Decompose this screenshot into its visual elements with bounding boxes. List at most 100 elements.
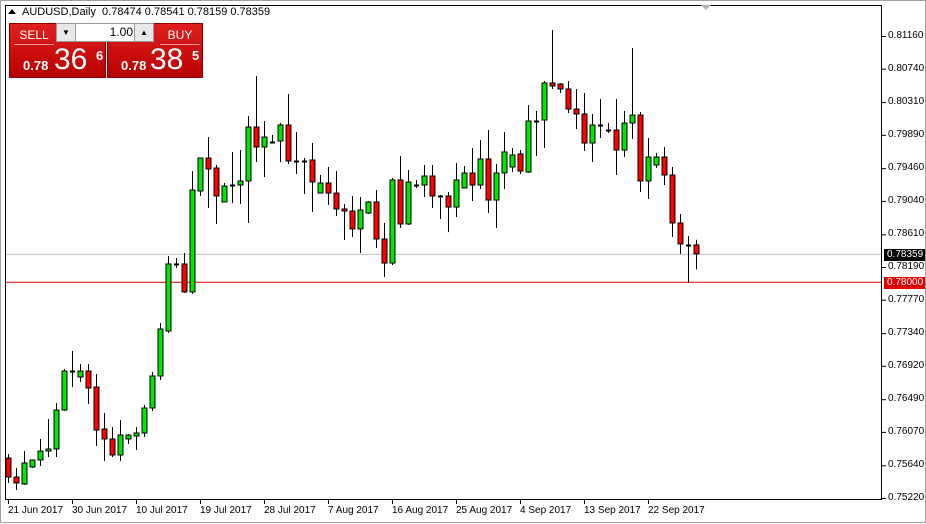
candle-body	[133, 432, 140, 437]
candle-body	[693, 244, 700, 255]
date-tick-label: 21 Jun 2017	[8, 505, 64, 516]
date-tick-label: 25 Aug 2017	[456, 505, 513, 516]
buy-price-big: 38	[150, 43, 184, 76]
candle-body	[21, 462, 28, 485]
price-tick-label: 0.79040	[888, 194, 925, 206]
candle-body	[349, 210, 356, 230]
candle-body	[629, 114, 636, 124]
candle-body	[189, 189, 196, 293]
symbol-timeframe: AUDUSD,Daily	[22, 6, 96, 18]
ohlc-low: 0.78159	[187, 6, 228, 18]
candle-body	[565, 88, 572, 110]
date-tick-label: 7 Aug 2017	[328, 505, 379, 516]
candle-body	[637, 114, 644, 182]
candle-body	[125, 434, 132, 440]
candle-body	[117, 434, 124, 456]
candle-body	[581, 113, 588, 144]
date-tick-label: 10 Jul 2017	[136, 505, 188, 516]
price-tick-label: 0.80740	[888, 62, 925, 74]
price-tick-label: 0.78190	[888, 261, 925, 272]
candle-body	[405, 181, 412, 225]
candle-body	[525, 120, 532, 173]
price-tick-label: 0.76070	[888, 425, 925, 437]
candle-body	[469, 172, 476, 186]
candle-body	[429, 175, 436, 197]
candle-body	[37, 450, 44, 461]
candle-body	[45, 448, 52, 452]
candle-body	[445, 195, 452, 208]
candle-body	[373, 201, 380, 240]
lot-increase-button[interactable]: ▲	[134, 24, 153, 41]
candle-body	[309, 159, 316, 183]
candle-body	[549, 82, 556, 87]
candle-body	[461, 172, 468, 189]
candle-body	[477, 158, 484, 186]
candle-body	[661, 156, 668, 176]
price-tick-label: 0.79460	[888, 162, 925, 174]
sell-label: SELL	[14, 26, 54, 45]
ohlc-high: 0.78541	[144, 6, 185, 18]
candle-body	[109, 438, 116, 456]
price-tick-label: 0.78610	[888, 228, 925, 240]
candle-body	[589, 124, 596, 144]
candle-body	[653, 156, 660, 166]
candle-body	[149, 375, 156, 409]
candle-body	[205, 157, 212, 170]
buy-price-prefix: 0.78	[121, 58, 147, 73]
candle-body	[285, 124, 292, 162]
candle-body	[141, 407, 148, 434]
candle-body	[517, 153, 524, 172]
candle-body	[669, 174, 676, 224]
sell-price-sup: 6	[96, 48, 104, 63]
candle-body	[61, 370, 68, 411]
candle-body	[245, 126, 252, 182]
price-tick-label: 0.77770	[888, 293, 925, 305]
collapse-triangle-icon[interactable]	[8, 9, 16, 14]
candle-body	[77, 370, 84, 378]
candle-body	[645, 156, 652, 182]
date-tick-label: 30 Jun 2017	[72, 505, 128, 516]
chart-header: AUDUSD,Daily 0.78474 0.78541 0.78159 0.7835…	[8, 6, 273, 18]
candle-body	[365, 201, 372, 214]
candle-body	[541, 82, 548, 121]
candle-body	[381, 238, 388, 264]
candle-body	[101, 428, 108, 440]
date-tick-label: 28 Jul 2017	[264, 505, 316, 516]
sell-price-prefix: 0.78	[23, 58, 49, 73]
ohlc-close: 0.78359	[230, 6, 271, 18]
lot-size-input[interactable]	[77, 24, 133, 41]
price-tick-label: 0.77340	[888, 327, 925, 339]
candle-body	[85, 370, 92, 389]
candle-body	[253, 126, 260, 148]
candle-body	[221, 185, 228, 203]
date-tick-label: 13 Sep 2017	[584, 505, 641, 516]
candle-body	[357, 209, 364, 230]
chart-shift-marker-icon[interactable]	[701, 5, 711, 10]
lot-decrease-button[interactable]: ▼	[57, 24, 76, 41]
candle-body	[557, 83, 564, 90]
price-tick-label: 0.81160	[888, 30, 924, 41]
candle-body	[13, 476, 20, 484]
price-tick-label: 0.75220	[888, 492, 925, 503]
candle-body	[453, 179, 460, 208]
candle-body	[197, 157, 204, 192]
candle-body	[341, 208, 348, 212]
candle-body	[621, 122, 628, 151]
date-tick-label: 16 Aug 2017	[392, 505, 449, 516]
price-tick-label: 0.76920	[888, 359, 925, 371]
candle-body	[389, 179, 396, 264]
candle-body	[317, 182, 324, 194]
chart-window: AUDUSD,Daily 0.78474 0.78541 0.78159 0.7835…	[0, 0, 926, 523]
candle-body	[93, 386, 100, 431]
price-tick-label: 0.76490	[888, 393, 925, 405]
candle-body	[613, 129, 620, 151]
candle-body	[421, 175, 428, 186]
date-tick-label: 4 Sep 2017	[520, 505, 572, 516]
price-tick-label: 0.75640	[888, 459, 925, 471]
candle-body	[213, 167, 220, 197]
candle-body	[325, 182, 332, 194]
lot-size-stepper: ▼ ▲	[56, 23, 154, 42]
date-tick-label: 19 Jul 2017	[200, 505, 252, 516]
candle-body	[157, 328, 164, 377]
candle-body	[277, 124, 284, 142]
